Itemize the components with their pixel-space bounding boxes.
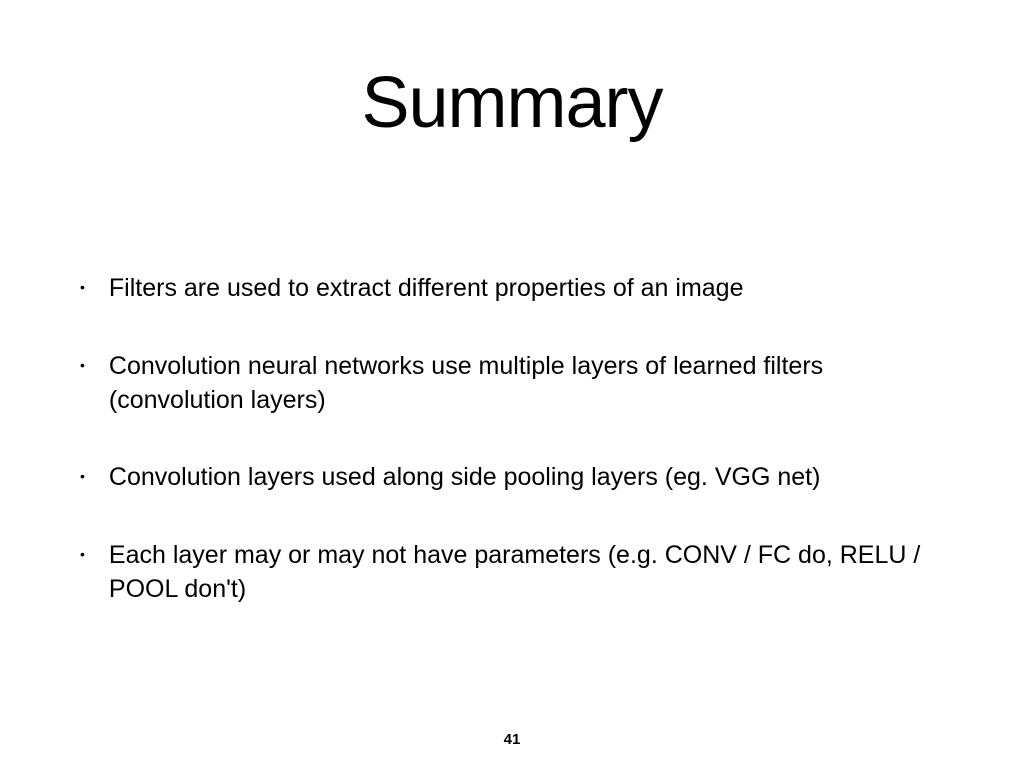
bullet-item: • Convolution layers used along side poo… <box>80 461 944 495</box>
slide-container: Summary • Filters are used to extract di… <box>0 0 1024 768</box>
bullet-text: Filters are used to extract different pr… <box>109 272 944 306</box>
bullet-marker-icon: • <box>80 547 85 561</box>
slide-content: • Filters are used to extract different … <box>0 144 1024 607</box>
bullet-marker-icon: • <box>80 469 85 483</box>
bullet-text: Convolution layers used along side pooli… <box>109 461 944 495</box>
bullet-item: • Filters are used to extract different … <box>80 272 944 306</box>
bullet-text: Each layer may or may not have parameter… <box>109 539 944 607</box>
page-number: 41 <box>0 731 1024 748</box>
bullet-text: Convolution neural networks use multiple… <box>109 350 944 418</box>
bullet-marker-icon: • <box>80 358 85 372</box>
bullet-item: • Convolution neural networks use multip… <box>80 350 944 418</box>
bullet-item: • Each layer may or may not have paramet… <box>80 539 944 607</box>
slide-title: Summary <box>0 0 1024 144</box>
bullet-marker-icon: • <box>80 280 85 294</box>
